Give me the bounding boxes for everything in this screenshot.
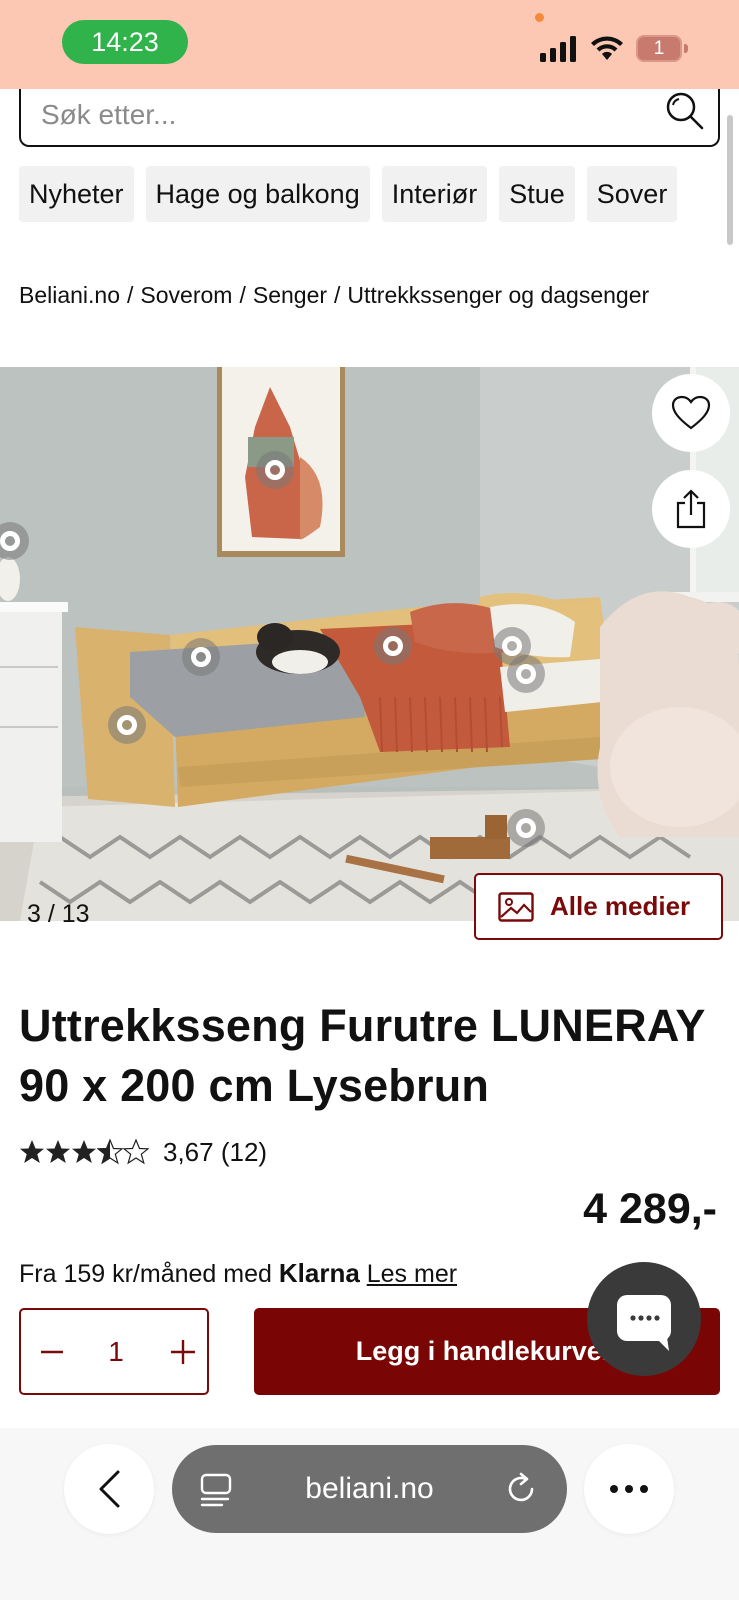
cellular-signal-icon <box>540 36 576 62</box>
privacy-indicator-dot <box>535 13 544 22</box>
minus-icon[interactable] <box>31 1330 71 1374</box>
hotspot-blanket[interactable] <box>182 638 220 676</box>
product-price: 4 289,- <box>583 1185 717 1233</box>
reload-icon[interactable] <box>504 1472 538 1506</box>
chat-dots-icon <box>630 1315 669 1351</box>
battery-icon: 1 <box>636 35 688 62</box>
search-input[interactable] <box>41 93 621 137</box>
product-image[interactable] <box>0 367 739 921</box>
breadcrumb-soverom[interactable]: Soverom <box>140 282 232 308</box>
chevron-left-icon <box>99 1470 120 1508</box>
breadcrumb-separator: / <box>334 282 341 308</box>
hotspot-bed-frame[interactable] <box>108 706 146 744</box>
more-options-button[interactable] <box>584 1444 674 1534</box>
search-icon[interactable] <box>665 91 705 131</box>
breadcrumb-senger[interactable]: Senger <box>253 282 327 308</box>
back-button[interactable] <box>64 1444 154 1534</box>
quantity-stepper: 1 <box>19 1308 209 1395</box>
hotspot-cushion[interactable] <box>507 655 545 693</box>
nav-item-interior[interactable]: Interiør <box>381 166 488 222</box>
battery-level: 1 <box>636 35 682 62</box>
breadcrumb-separator: / <box>239 282 246 308</box>
star-full-icon <box>46 1140 70 1163</box>
klarna-financing: Fra 159 kr/måned med Klarna Les mer <box>19 1258 457 1289</box>
share-button[interactable] <box>652 470 730 548</box>
status-bar: 14:23 1 <box>0 0 739 89</box>
address-bar[interactable]: beliani.no <box>172 1445 567 1533</box>
star-empty-icon <box>123 1139 149 1165</box>
product-title: Uttrekksseng Furutre LUNERAY 90 x 200 cm… <box>19 1000 705 1111</box>
share-icon <box>676 489 706 529</box>
heart-icon <box>671 395 711 430</box>
chat-icon <box>617 1295 671 1351</box>
gallery-current: 3 <box>27 900 41 928</box>
star-full-icon <box>72 1140 96 1163</box>
hotspot-throw[interactable] <box>374 627 412 665</box>
breadcrumb-home[interactable]: Beliani.no <box>19 282 120 308</box>
all-media-button[interactable]: Alle medier <box>474 873 723 940</box>
breadcrumb-current[interactable]: Uttrekkssenger og dagsenger <box>347 282 649 308</box>
category-nav: Nyheter Hage og balkong Interiør Stue Sover <box>19 166 739 222</box>
rating-text: 3,67 (12) <box>163 1136 268 1167</box>
nav-item-soverom[interactable]: Sover <box>586 166 678 222</box>
breadcrumb-separator: / <box>127 282 134 308</box>
nav-item-stue[interactable]: Stue <box>499 166 575 222</box>
plus-icon[interactable] <box>163 1330 203 1374</box>
gallery-counter: 3 / 13 <box>27 900 90 929</box>
breadcrumb: Beliani.no / Soverom / Senger / Uttrekkssenger… <box>19 282 649 309</box>
klarna-read-more-link[interactable]: Les mer <box>367 1260 457 1288</box>
search-box[interactable] <box>19 89 720 147</box>
gallery-total: 13 <box>61 900 90 928</box>
status-time: 14:23 <box>62 20 188 64</box>
product-photo-illustration <box>0 367 739 921</box>
wifi-icon <box>591 36 623 60</box>
hotspot-rug[interactable] <box>507 809 545 847</box>
more-dots-icon <box>610 1485 648 1493</box>
quantity-value[interactable]: 1 <box>96 1330 136 1374</box>
all-media-label: Alle medier <box>550 891 691 921</box>
product-rating[interactable]: 3,67 (12) <box>19 1135 267 1169</box>
star-half-icon <box>97 1139 123 1165</box>
nav-item-nyheter[interactable]: Nyheter <box>19 166 134 222</box>
hotspot-poster[interactable] <box>256 451 294 489</box>
rating-stars <box>19 1139 149 1165</box>
star-full-icon <box>20 1140 44 1163</box>
image-icon <box>498 891 534 922</box>
favorite-button[interactable] <box>652 374 730 452</box>
nav-item-hage-og-balkong[interactable]: Hage og balkong <box>145 166 370 222</box>
klarna-logo: Klarna <box>278 1258 360 1288</box>
gallery-counter-sep: / <box>47 900 55 928</box>
chat-button[interactable] <box>587 1262 701 1376</box>
klarna-prefix: Fra 159 kr/måned med <box>19 1260 272 1288</box>
